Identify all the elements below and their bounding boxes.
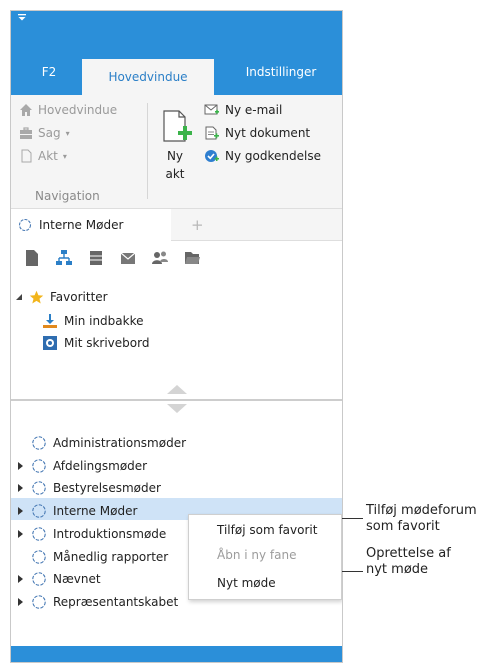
new-act-label-line2: akt: [165, 167, 185, 181]
tree-node[interactable]: Interne Møder: [17, 501, 137, 521]
chevron-down-icon: ▾: [62, 151, 67, 161]
tree-node-label: Månedlig rapporter: [53, 550, 169, 564]
navigation-group-label: Navigation: [35, 189, 100, 203]
approval-check-icon: [205, 150, 219, 162]
callout-favorite-line2: som favorit: [366, 519, 440, 534]
expand-arrow-icon[interactable]: [17, 484, 25, 492]
act-dropdown[interactable]: Akt ▾: [19, 149, 67, 163]
tree-node-label: Repræsentantskabet: [53, 595, 179, 609]
add-tab-button[interactable]: +: [191, 216, 204, 234]
expand-arrow-icon[interactable]: [17, 462, 25, 470]
document-tabs: Interne Møder +: [11, 209, 342, 241]
tree-node-label: Bestyrelsesmøder: [53, 481, 161, 495]
tree-node-label: Introduktionsmøde: [53, 527, 167, 541]
tree-node[interactable]: Afdelingsmøder: [17, 456, 147, 476]
toolbar: [11, 249, 342, 275]
callout-favorite: Tilføj mødeforum som favorit: [366, 503, 477, 535]
new-document-button[interactable]: Nyt dokument: [204, 126, 310, 140]
no-expander: [17, 439, 25, 447]
new-act-button[interactable]: Ny akt: [162, 147, 188, 183]
new-email-button[interactable]: Ny e-mail: [204, 103, 282, 117]
document-outline-icon: [21, 149, 32, 163]
favorites-label: Favoritter: [50, 290, 108, 304]
act-label: Akt: [38, 149, 58, 163]
inbox-icon: [43, 314, 57, 328]
meeting-forum-icon: [32, 459, 46, 473]
pane-divider[interactable]: [11, 399, 342, 401]
collapse-arrow-icon[interactable]: [15, 293, 23, 301]
new-document-icon: [205, 126, 219, 140]
favorite-item-label: Min indbakke: [64, 314, 144, 328]
favorite-item-inbox[interactable]: Min indbakke: [42, 311, 144, 331]
callout-meeting: Oprettelse af nyt møde: [366, 546, 451, 578]
expand-arrow-icon[interactable]: [17, 575, 25, 583]
context-menu: Tilføj som favorit Åbn i ny fane Nyt mød…: [188, 514, 342, 600]
mail-icon[interactable]: [119, 249, 137, 267]
no-expander: [17, 553, 25, 561]
case-label: Sag: [38, 126, 61, 140]
title-bar: F2 Hovedvindue Indstillinger: [11, 11, 342, 95]
desktop-icon: [43, 336, 57, 350]
new-act-icon[interactable]: [161, 109, 195, 145]
favorites-node[interactable]: Favoritter: [15, 287, 108, 307]
folder-icon[interactable]: [183, 249, 201, 267]
tree-node[interactable]: Nævnet: [17, 569, 101, 589]
meeting-forum-icon: [32, 572, 46, 586]
new-email-icon: [204, 104, 219, 115]
status-bar: [11, 646, 342, 662]
home-label: Hovedvindue: [38, 103, 118, 117]
tree-node[interactable]: Repræsentantskabet: [17, 592, 178, 612]
ribbon-separator: [147, 103, 148, 199]
case-dropdown[interactable]: Sag ▾: [19, 126, 70, 140]
meeting-forum-icon: [18, 218, 32, 232]
meeting-forum-icon: [32, 504, 46, 518]
open-new-tab-menu-item[interactable]: Åbn i ny fane: [189, 544, 341, 566]
briefcase-icon: [20, 127, 32, 139]
callout-meeting-line2: nyt møde: [366, 562, 429, 577]
tree-node[interactable]: Bestyrelsesmøder: [17, 478, 161, 498]
new-approval-button[interactable]: Ny godkendelse: [204, 149, 321, 163]
star-icon: [29, 290, 44, 303]
meeting-forum-icon: [32, 550, 46, 564]
app-window: F2 Hovedvindue Indstillinger Hovedvindue…: [10, 10, 343, 663]
tree-node[interactable]: Introduktionsmøde: [17, 524, 166, 544]
new-act-label-line1: Ny: [166, 149, 184, 163]
expand-arrow-icon[interactable]: [17, 530, 25, 538]
favorite-item-label: Mit skrivebord: [64, 336, 150, 350]
tab-label: Interne Møder: [39, 218, 124, 232]
tree-node-label: Afdelingsmøder: [53, 459, 148, 473]
meeting-forum-icon: [32, 436, 46, 450]
tree-node-label: Nævnet: [53, 572, 101, 586]
new-meeting-menu-item[interactable]: Nyt møde: [189, 572, 341, 594]
new-approval-label: Ny godkendelse: [225, 149, 321, 163]
tree-node-label: Administrationsmøder: [53, 436, 187, 450]
users-icon[interactable]: [151, 249, 169, 267]
list-icon[interactable]: [87, 249, 105, 267]
tree-node-label: Interne Møder: [53, 504, 138, 518]
document-icon[interactable]: [23, 249, 41, 267]
tab-f2[interactable]: F2: [21, 59, 77, 85]
tree-node[interactable]: Administrationsmøder: [17, 433, 186, 453]
tab-indstillinger[interactable]: Indstillinger: [221, 59, 341, 85]
callout-favorite-line1: Tilføj mødeforum: [366, 503, 477, 518]
ribbon: Hovedvindue Sag ▾ Akt ▾ Navigation Ny ak…: [11, 95, 342, 209]
tree-node[interactable]: Månedlig rapporter: [17, 547, 168, 567]
meeting-forum-icon: [32, 595, 46, 609]
new-document-label: Nyt dokument: [225, 126, 311, 140]
home-icon: [20, 104, 32, 116]
meeting-forum-icon: [32, 481, 46, 495]
callout-meeting-line1: Oprettelse af: [366, 546, 451, 561]
favorite-item-desk[interactable]: Mit skrivebord: [42, 333, 149, 353]
tab-interne-moder[interactable]: Interne Møder: [11, 209, 171, 241]
chevron-down-icon: ▾: [65, 128, 70, 138]
home-button[interactable]: Hovedvindue: [19, 103, 117, 117]
tab-hovedvindue[interactable]: Hovedvindue: [82, 59, 214, 95]
expand-arrow-icon[interactable]: [17, 507, 25, 515]
new-email-label: Ny e-mail: [225, 103, 283, 117]
expand-arrow-icon[interactable]: [17, 598, 25, 606]
hierarchy-icon[interactable]: [55, 249, 73, 267]
quick-access-dropdown-icon[interactable]: [17, 13, 27, 23]
meeting-forum-icon: [32, 527, 46, 541]
add-favorite-menu-item[interactable]: Tilføj som favorit: [189, 519, 341, 541]
